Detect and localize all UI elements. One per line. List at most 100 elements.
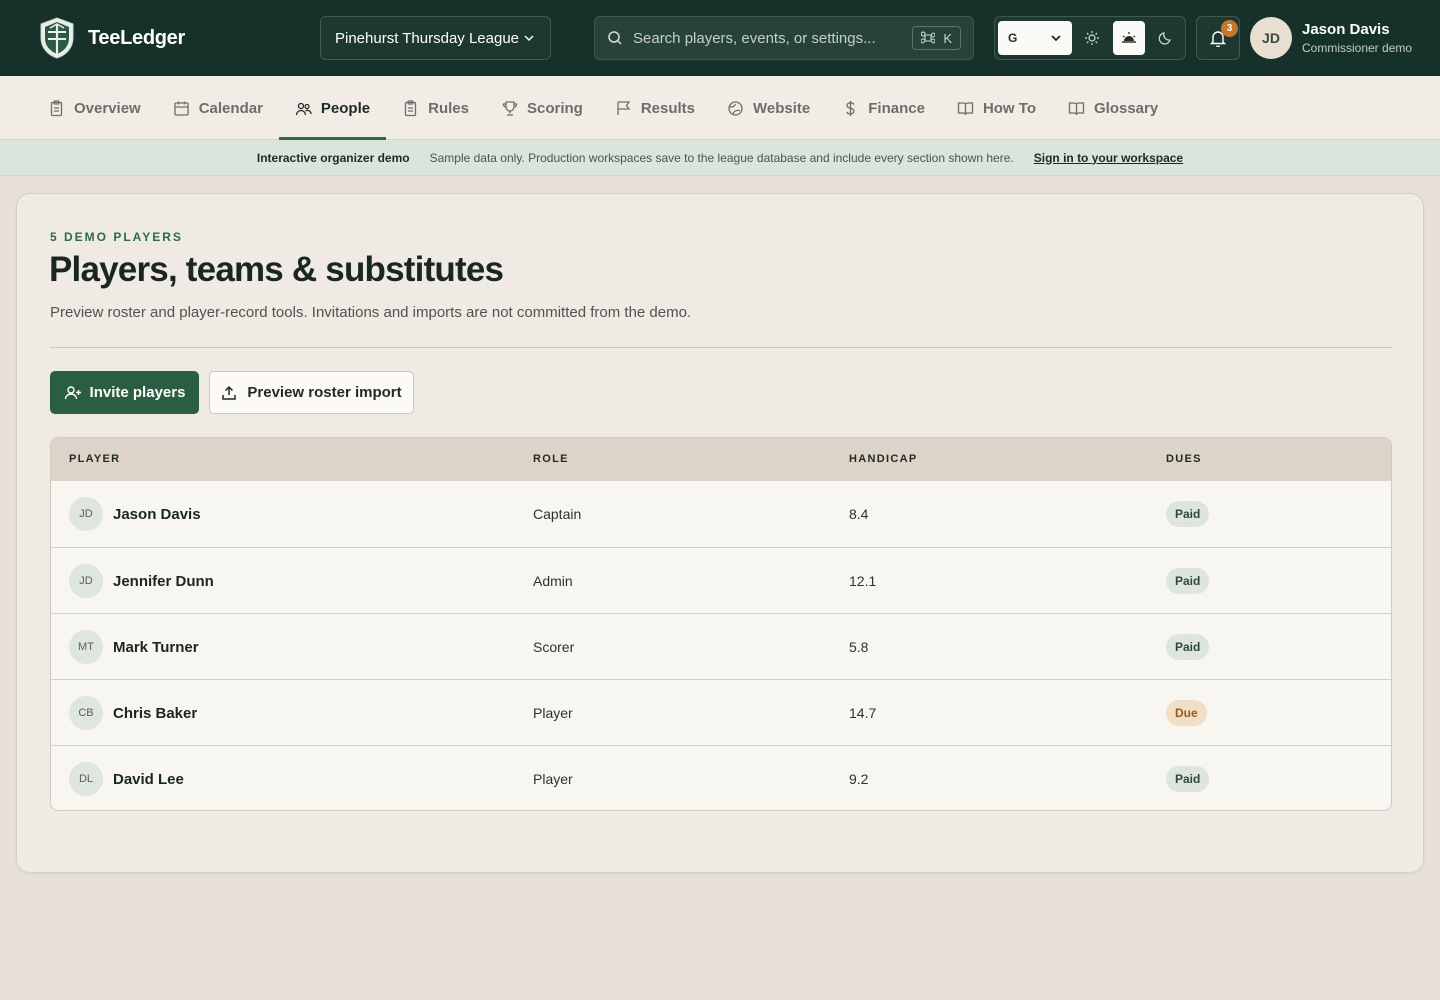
league-name: Pinehurst Thursday League [335, 29, 520, 47]
shortcut-key: K [943, 30, 952, 46]
people-panel: 5 DEMO PLAYERS Players, teams & substitu… [16, 193, 1424, 873]
user-name: Jason Davis [1302, 21, 1390, 38]
tab-scoring[interactable]: Scoring [485, 76, 599, 140]
notification-count-badge: 3 [1221, 20, 1238, 37]
avatar: JD [69, 497, 103, 531]
command-key-icon [921, 31, 936, 44]
clipboard-icon [404, 99, 417, 116]
column-header-role[interactable]: ROLE [533, 453, 569, 465]
tab-website[interactable]: Website [711, 76, 826, 140]
sign-in-link[interactable]: Sign in to your workspace [1034, 151, 1183, 165]
auto-theme-button[interactable] [1112, 21, 1146, 55]
avatar: DL [69, 762, 103, 796]
tab-glossary[interactable]: Glossary [1052, 76, 1174, 140]
dues-cell: Paid [1166, 481, 1210, 547]
demo-banner: Interactive organizer demo Sample data o… [0, 140, 1440, 176]
league-selector[interactable]: Pinehurst Thursday League [320, 16, 551, 60]
search-bar[interactable]: K [594, 16, 974, 60]
globe-icon [728, 100, 743, 116]
main-nav: Overview Calendar People Rules Scoring Result… [0, 76, 1440, 140]
banner-title: Interactive organizer demo [256, 150, 410, 165]
user-menu[interactable]: JD Jason Davis Commissioner demo [1250, 17, 1412, 59]
dues-cell: Paid [1166, 548, 1210, 614]
language-select[interactable]: G [998, 21, 1072, 55]
chevron-down-icon [1051, 35, 1061, 42]
handicap-cell: 5.8 [849, 639, 869, 655]
player-cell: JD Jason Davis [69, 481, 201, 547]
tab-rules[interactable]: Rules [386, 76, 485, 140]
avatar: MT [69, 630, 103, 664]
handicap-cell: 8.4 [849, 506, 869, 522]
book-icon [1068, 101, 1085, 115]
table-row[interactable]: CB Chris Baker Player 14.7 Due [51, 679, 1391, 745]
table-row[interactable]: DL David Lee Player 9.2 Paid [51, 745, 1391, 810]
invite-players-button[interactable]: Invite players [50, 371, 199, 414]
avatar: JD [69, 564, 103, 598]
roster-table: PLAYER ROLE HANDICAP DUES JD Jason Davis C… [50, 437, 1392, 811]
shield-logo-icon [40, 17, 74, 59]
tab-overview[interactable]: Overview [32, 76, 157, 140]
column-header-dues[interactable]: DUES [1166, 453, 1202, 465]
status-badge: Paid [1166, 766, 1210, 792]
tab-label: Website [753, 99, 811, 117]
table-row[interactable]: JD Jennifer Dunn Admin 12.1 Paid [51, 547, 1391, 613]
status-badge: Paid [1166, 568, 1210, 594]
handicap-cell: 14.7 [849, 705, 877, 721]
player-name[interactable]: Chris Baker [113, 705, 197, 722]
sun-icon [1085, 31, 1100, 45]
role-cell: Player [533, 771, 573, 787]
tab-results[interactable]: Results [599, 76, 711, 140]
upload-icon [222, 385, 237, 400]
tab-how-to[interactable]: How To [941, 76, 1052, 140]
role-cell: Admin [533, 573, 573, 589]
dues-cell: Paid [1166, 746, 1210, 810]
dues-cell: Paid [1166, 614, 1210, 680]
notifications-button[interactable]: 3 [1196, 16, 1240, 60]
page-title: Players, teams & substitutes [49, 250, 504, 289]
avatar: CB [69, 696, 103, 730]
player-name[interactable]: Jason Davis [113, 506, 201, 523]
tab-label: Calendar [198, 99, 263, 117]
tab-finance[interactable]: Finance [826, 76, 941, 140]
tab-calendar[interactable]: Calendar [157, 76, 279, 140]
calendar-icon [174, 101, 189, 116]
preview-import-button[interactable]: Preview roster import [209, 371, 414, 414]
language-value: G [1008, 31, 1018, 45]
top-bar: TeeLedger Pinehurst Thursday League K G [0, 0, 1440, 76]
role-cell: Captain [533, 506, 582, 522]
avatar: JD [1250, 17, 1292, 59]
table-row[interactable]: JD Jason Davis Captain 8.4 Paid [51, 481, 1391, 547]
player-cell: MT Mark Turner [69, 614, 199, 680]
sunrise-icon [1121, 32, 1136, 43]
moon-icon [1158, 32, 1171, 45]
brand[interactable]: TeeLedger [38, 16, 185, 60]
table-header: PLAYER ROLE HANDICAP DUES [51, 438, 1391, 481]
invite-players-label: Invite players [89, 384, 186, 401]
player-count-eyebrow: 5 DEMO PLAYERS [50, 230, 183, 244]
tab-label: Finance [868, 99, 925, 117]
keyboard-shortcut-hint: K [912, 26, 961, 50]
page-description: Preview roster and player-record tools. … [50, 304, 692, 321]
role-cell: Player [533, 705, 573, 721]
column-header-handicap[interactable]: HANDICAP [849, 453, 917, 465]
player-name[interactable]: Jennifer Dunn [113, 573, 214, 590]
divider [50, 347, 1392, 348]
user-role: Commissioner demo [1302, 41, 1413, 55]
tab-label: Overview [74, 99, 141, 117]
tab-people[interactable]: People [278, 76, 387, 140]
tab-label: People [320, 99, 371, 117]
table-row[interactable]: MT Mark Turner Scorer 5.8 Paid [51, 613, 1391, 679]
light-theme-button[interactable] [1076, 21, 1109, 55]
dark-theme-button[interactable] [1149, 21, 1182, 55]
book-icon [957, 101, 974, 115]
player-name[interactable]: Mark Turner [113, 639, 199, 656]
preview-import-label: Preview roster import [247, 384, 402, 401]
search-icon [608, 31, 622, 45]
search-input[interactable] [633, 29, 913, 47]
chevron-down-icon [524, 35, 534, 42]
column-header-player[interactable]: PLAYER [69, 453, 120, 465]
tab-label: Glossary [1093, 99, 1159, 117]
player-name[interactable]: David Lee [113, 771, 184, 788]
player-cell: CB Chris Baker [69, 680, 197, 746]
dues-cell: Due [1166, 680, 1207, 746]
